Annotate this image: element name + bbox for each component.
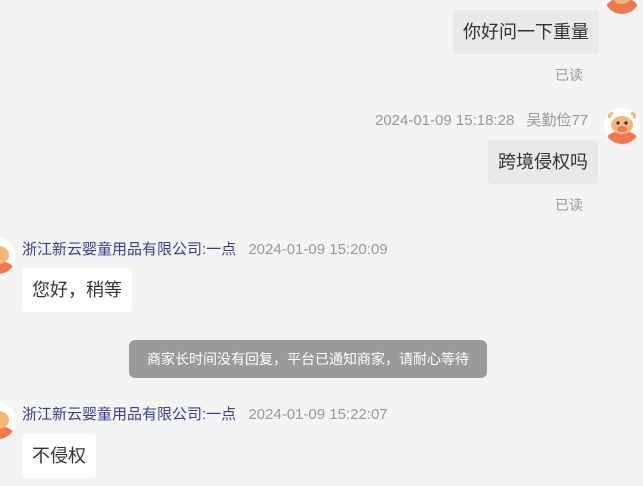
message-timestamp: 2024-01-09 15:22:07 [248, 406, 388, 423]
message-meta: 浙江新云婴童用品有限公司:一点 2024-01-09 15:20:09 [22, 238, 388, 259]
shop-sender-name[interactable]: 浙江新云婴童用品有限公司:一点 [22, 241, 236, 258]
message-bubble-incoming[interactable]: 不侵权 [22, 434, 96, 478]
user-avatar-icon[interactable] [604, 0, 640, 14]
shop-avatar-icon[interactable] [0, 238, 16, 274]
message-bubble-outgoing[interactable]: 你好问一下重量 [453, 10, 599, 54]
message-meta: 2024-01-09 15:18:28 吴勤俭77 [375, 109, 588, 130]
message-timestamp: 2024-01-09 15:18:28 [375, 112, 515, 129]
message-bubble-outgoing[interactable]: 跨境侵权吗 [488, 140, 598, 184]
user-avatar-icon[interactable] [604, 108, 640, 144]
message-meta: 浙江新云婴童用品有限公司:一点 2024-01-09 15:22:07 [22, 403, 388, 424]
message-timestamp: 2024-01-09 15:20:09 [248, 241, 388, 258]
shop-sender-name[interactable]: 浙江新云婴童用品有限公司:一点 [22, 406, 236, 423]
read-status: 已读 [555, 197, 583, 213]
system-notice: 商家长时间没有回复，平台已通知商家，请耐心等待 [129, 340, 487, 378]
sender-name: 吴勤俭77 [526, 112, 589, 129]
shop-avatar-icon[interactable] [0, 403, 16, 439]
read-status: 已读 [555, 67, 583, 83]
chat-message-list[interactable]: 你好问一下重量 已读 2024-01-09 15:18:28 吴勤俭77 跨境侵… [0, 0, 643, 486]
message-bubble-incoming[interactable]: 您好，稍等 [22, 268, 132, 312]
